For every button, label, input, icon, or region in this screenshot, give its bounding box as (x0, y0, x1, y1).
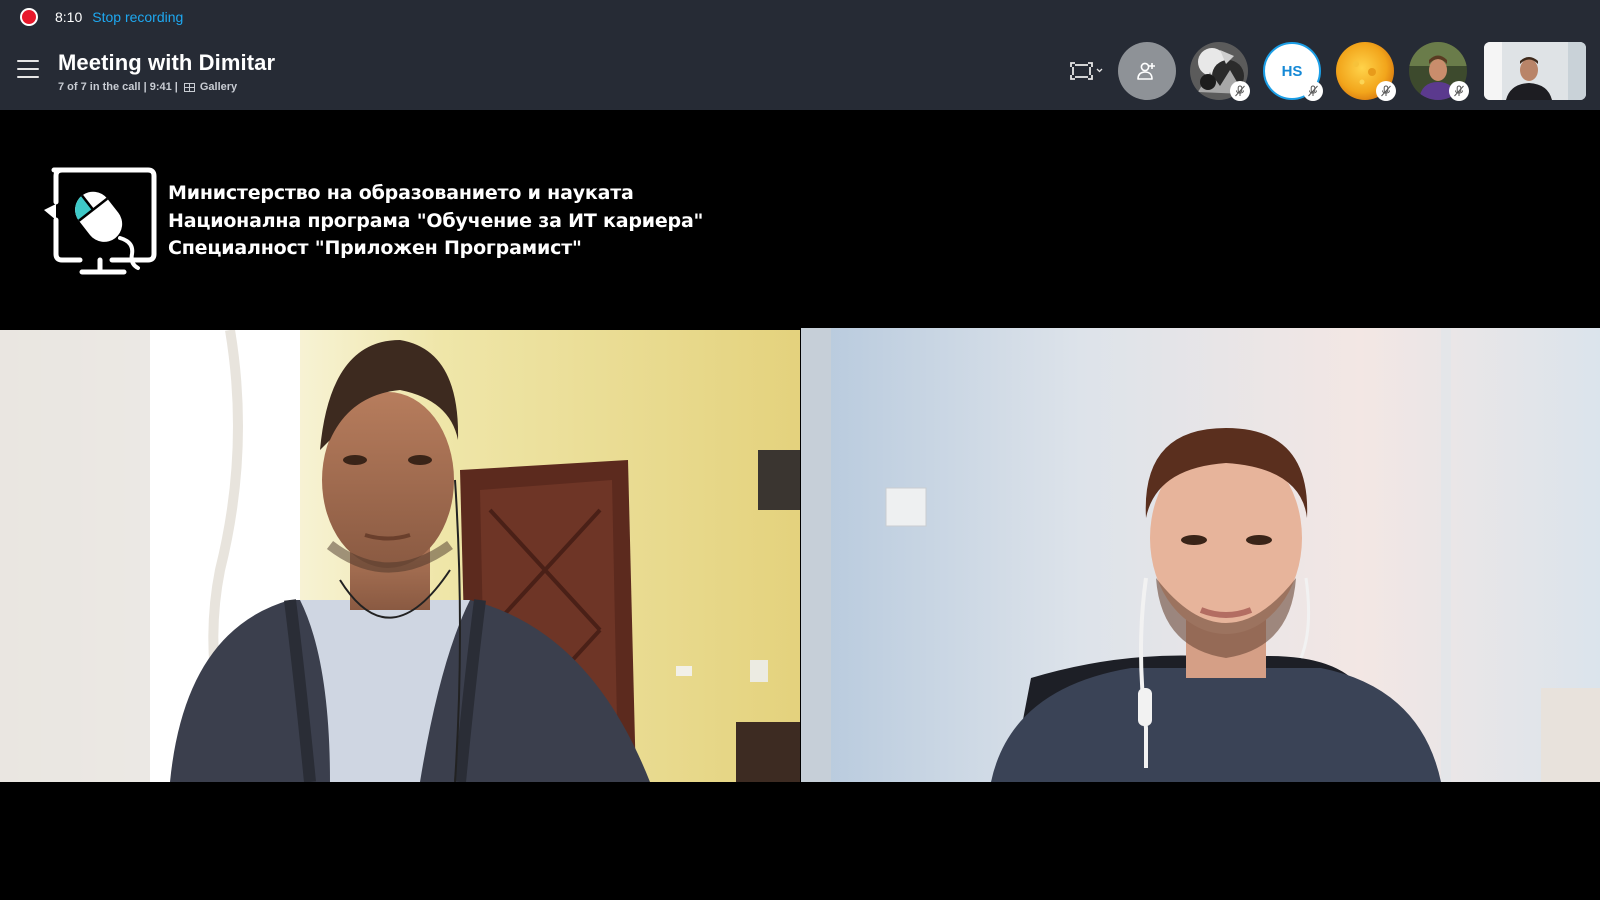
video-feed (1484, 42, 1586, 100)
microphone-muted-icon (1303, 81, 1323, 101)
layout-switcher-button[interactable] (1070, 60, 1106, 82)
participant-avatar[interactable] (1336, 42, 1396, 101)
participant-video-tile[interactable] (801, 328, 1600, 782)
microphone-muted-icon (1230, 81, 1250, 101)
gallery-icon (183, 82, 195, 92)
banner-line: Национална програма "Обучение за ИТ кари… (168, 209, 704, 232)
video-feed (801, 328, 1600, 782)
banner-text: Министерство на образованието и науката … (168, 180, 703, 263)
participant-avatar[interactable] (1409, 42, 1469, 101)
participant-avatar[interactable]: HS (1263, 42, 1323, 101)
add-person-icon (1137, 62, 1155, 80)
call-title: Meeting with Dimitar (58, 50, 276, 75)
call-status: 7 of 7 in the call | 9:41 | (58, 81, 178, 93)
participant-avatar[interactable] (1190, 42, 1250, 101)
layout-icon (1070, 62, 1103, 80)
add-participant-button[interactable] (1118, 42, 1176, 100)
banner-line: Министерство на образованието и науката (168, 182, 634, 204)
video-feed (0, 330, 800, 782)
participant-video-tile[interactable] (0, 330, 800, 782)
recording-indicator: 8:10 Stop recording (20, 6, 183, 28)
record-icon (20, 8, 38, 26)
program-banner: Министерство на образованието и науката … (40, 164, 703, 284)
computer-mouse-logo (44, 167, 157, 275)
self-video-preview[interactable] (1484, 42, 1586, 100)
microphone-muted-icon (1449, 81, 1469, 101)
call-subtitle: 7 of 7 in the call | 9:41 | Gallery (58, 81, 237, 93)
stop-recording-link[interactable]: Stop recording (92, 9, 183, 25)
call-header: 8:10 Stop recording Meeting with Dimitar… (0, 0, 1600, 110)
call-stage: Министерство на образованието и науката … (0, 110, 1600, 900)
avatar-initials: HS (1281, 62, 1303, 80)
hamburger-menu-icon[interactable] (17, 60, 39, 78)
recording-time: 8:10 (55, 9, 83, 25)
banner-line: Специалност "Приложен Програмист" (168, 237, 582, 259)
view-mode-label[interactable]: Gallery (200, 81, 237, 93)
microphone-muted-icon (1376, 81, 1396, 101)
